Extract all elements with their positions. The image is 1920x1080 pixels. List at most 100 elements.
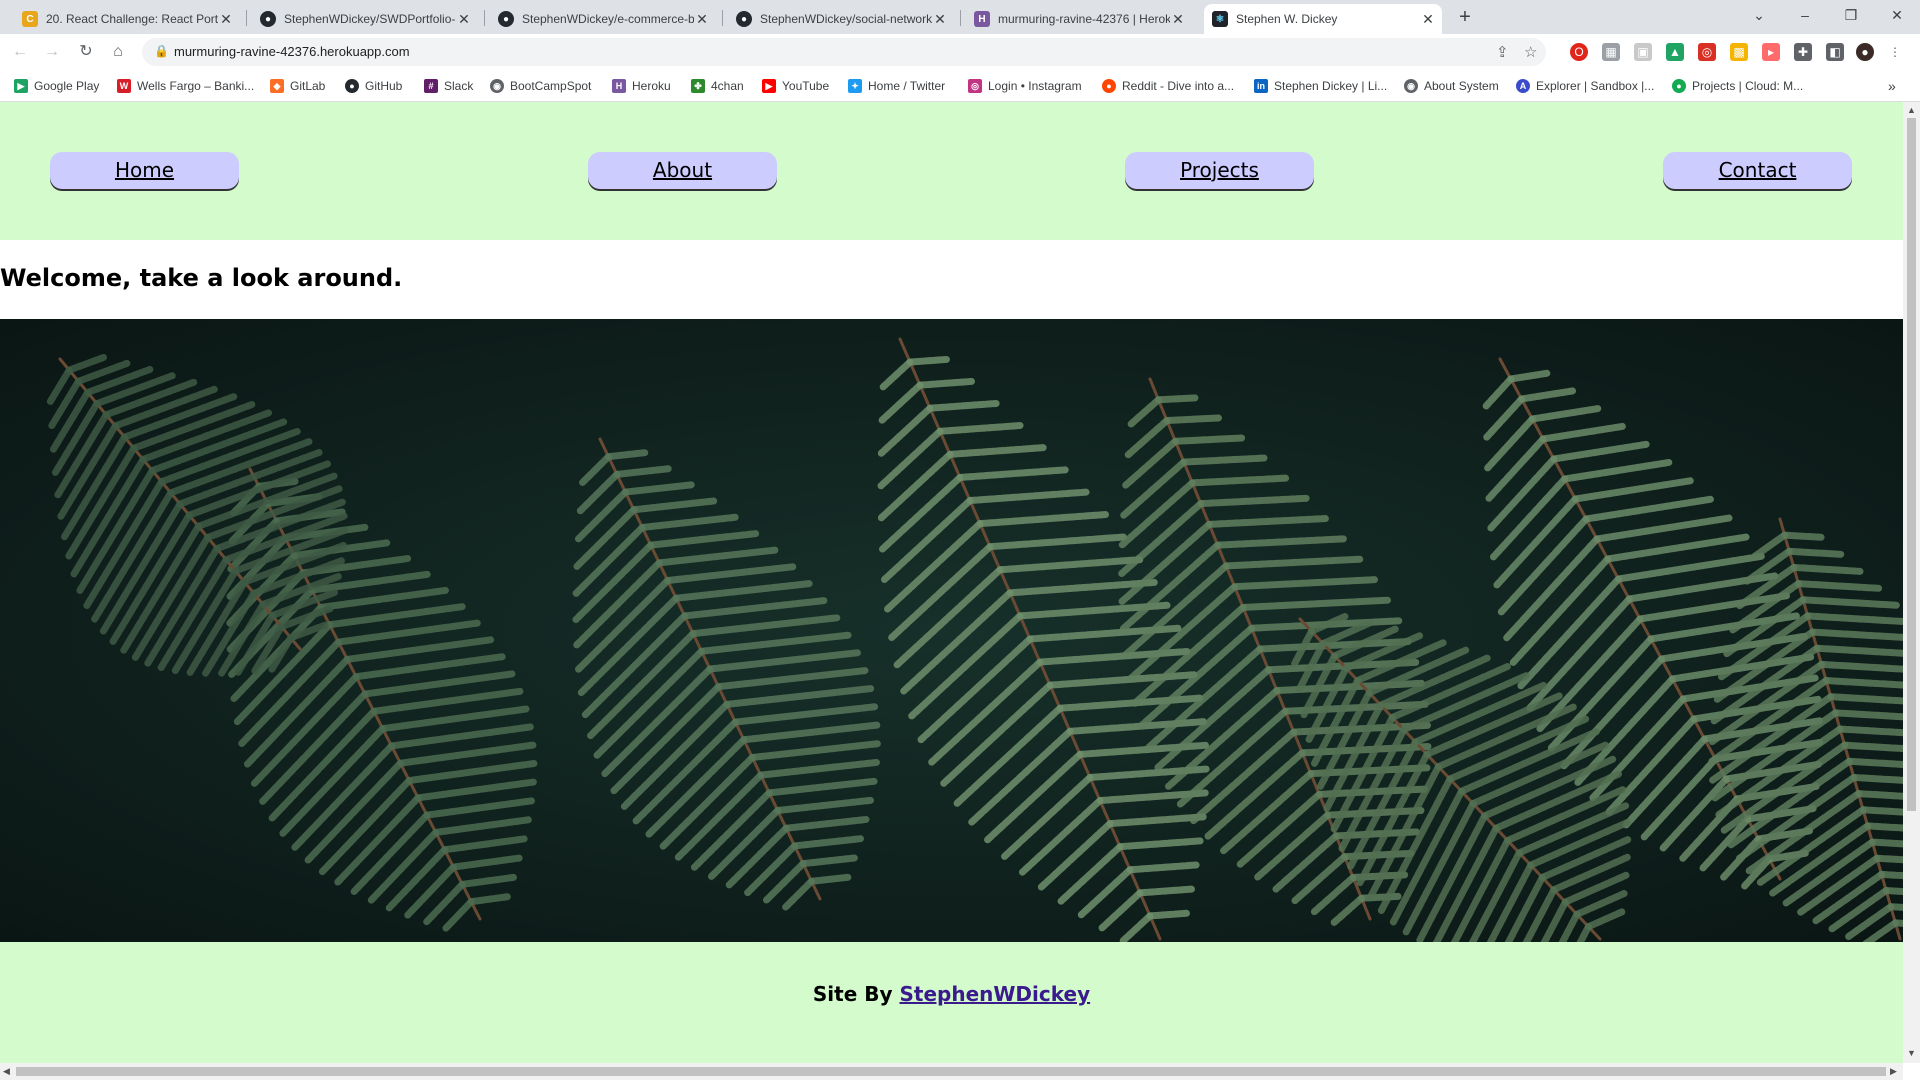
menu-kebab-icon[interactable]: ⋮ [1886, 43, 1904, 61]
react-icon: ⚛ [1212, 11, 1228, 27]
more-bookmarks-icon[interactable]: » [1888, 77, 1896, 95]
avatar[interactable]: ● [1856, 43, 1874, 61]
close-icon[interactable]: ✕ [218, 11, 234, 28]
url-text[interactable]: murmuring-ravine-42376.herokuapp.com [174, 44, 410, 59]
bookmark-item[interactable]: H Heroku [612, 77, 671, 95]
bookmark-item[interactable]: ◉ BootCampSpot [490, 77, 591, 95]
bookmark-label: GitHub [365, 79, 403, 93]
bookmark-label: Heroku [632, 79, 671, 93]
bookmark-item[interactable]: ◉ About System [1404, 77, 1499, 95]
extension-icon[interactable]: ▸ [1762, 43, 1780, 61]
extension-icon[interactable]: ◎ [1698, 43, 1716, 61]
bookmark-label: YouTube [782, 79, 830, 93]
twitter-icon: ✦ [848, 79, 862, 93]
bookmark-label: Google Play [34, 79, 100, 93]
heroku-icon: H [612, 79, 626, 93]
linkedin-icon: in [1254, 79, 1268, 93]
close-icon[interactable]: ✕ [694, 11, 710, 28]
bookmark-item[interactable]: ✦ Home / Twitter [848, 77, 945, 95]
new-tab-button[interactable]: + [1454, 6, 1476, 28]
tab-title: StephenWDickey/SWDPortfolio- [284, 12, 456, 26]
forward-arrow-icon[interactable]: → [40, 40, 64, 64]
opera-extension-icon[interactable]: O [1570, 43, 1588, 61]
extension-icon[interactable]: ▣ [1634, 43, 1652, 61]
reload-icon[interactable]: ↻ [74, 40, 98, 64]
nav-contact-link[interactable]: Contact [1663, 152, 1852, 189]
nav-home-link[interactable]: Home [50, 152, 239, 189]
restore-button[interactable]: ❐ [1828, 0, 1874, 30]
site-header: Home About Projects Contact [0, 102, 1903, 240]
browser-tab-active[interactable]: ⚛ Stephen W. Dickey ✕ [1204, 4, 1442, 34]
bookmark-item[interactable]: W Wells Fargo – Banki... [117, 77, 254, 95]
back-arrow-icon[interactable]: ← [8, 40, 32, 64]
fern-hero-image [0, 319, 1903, 942]
address-bar[interactable]: 🔒 murmuring-ravine-42376.herokuapp.com ⇪… [142, 38, 1546, 66]
browser-tab[interactable]: C 20. React Challenge: React Portfo ✕ [14, 4, 240, 34]
4chan-icon: ✤ [691, 79, 705, 93]
bookmark-item[interactable]: ◆ GitLab [270, 77, 325, 95]
instagram-icon: ◎ [968, 79, 982, 93]
bookmark-item[interactable]: in Stephen Dickey | Li... [1254, 77, 1387, 95]
bookmark-label: Wells Fargo – Banki... [137, 79, 255, 93]
site-footer: Site By StephenWDickey [0, 942, 1903, 1063]
close-icon[interactable]: ✕ [456, 11, 472, 28]
tab-title: Stephen W. Dickey [1236, 12, 1338, 26]
side-panel-icon[interactable]: ◧ [1826, 43, 1844, 61]
share-icon[interactable]: ⇪ [1496, 43, 1509, 61]
bookmark-item[interactable]: ▶ YouTube [762, 77, 829, 95]
bookmark-item[interactable]: ✤ 4chan [691, 77, 744, 95]
github-icon: ● [345, 79, 359, 93]
close-window-button[interactable]: ✕ [1874, 0, 1920, 30]
bookmark-item[interactable]: ◎ Login • Instagram [968, 77, 1082, 95]
bookmark-item[interactable]: A Explorer | Sandbox |... [1516, 77, 1654, 95]
footer-credit: Site By StephenWDickey [0, 982, 1903, 1006]
puzzle-icon[interactable]: ✚ [1794, 43, 1812, 61]
nav-about-link[interactable]: About [588, 152, 777, 189]
google-play-icon: ▶ [14, 79, 28, 93]
bookmark-label: About System [1424, 79, 1499, 93]
bookmark-label: Slack [444, 79, 474, 93]
bookmark-item[interactable]: ● GitHub [345, 77, 402, 95]
bookmark-label: Home / Twitter [868, 79, 946, 93]
vertical-scroll-thumb[interactable] [1907, 118, 1916, 811]
tab-search-icon[interactable]: ⌄ [1736, 0, 1782, 30]
tab-title: murmuring-ravine-42376 | Herok [998, 12, 1170, 26]
footer-prefix: Site By [812, 982, 893, 1006]
close-icon[interactable]: ✕ [1170, 11, 1186, 28]
bookmark-label: Stephen Dickey | Li... [1274, 79, 1388, 93]
close-icon[interactable]: ✕ [1420, 11, 1436, 28]
drive-extension-icon[interactable]: ▲ [1666, 43, 1684, 61]
slack-icon: # [424, 79, 438, 93]
reddit-icon: ● [1102, 79, 1116, 93]
home-icon[interactable]: ⌂ [106, 40, 130, 64]
browser-tab[interactable]: ● StephenWDickey/e-commerce-b ✕ [490, 4, 716, 34]
canvas-icon: C [22, 11, 38, 27]
nav-projects-link[interactable]: Projects [1125, 152, 1314, 189]
bookmark-item[interactable]: # Slack [424, 77, 473, 95]
bookmark-label: Projects | Cloud: M... [1692, 79, 1804, 93]
bookmarks-bar: ▶ Google Play W Wells Fargo – Banki... ◆ Gi… [0, 70, 1920, 102]
bookmark-star-icon[interactable]: ☆ [1524, 43, 1537, 61]
wells-fargo-icon: W [117, 79, 131, 93]
page-viewport: Home About Projects Contact Welcome, tak… [0, 102, 1903, 1063]
vertical-scrollbar[interactable]: ▲ ▼ [1903, 102, 1920, 1063]
horizontal-scrollbar[interactable]: ◀ ▶ [0, 1063, 1903, 1080]
minimize-button[interactable]: – [1782, 0, 1828, 30]
browser-tab[interactable]: H murmuring-ravine-42376 | Herok ✕ [966, 4, 1192, 34]
browser-tab[interactable]: ● StephenWDickey/SWDPortfolio- ✕ [252, 4, 478, 34]
globe-icon: ◉ [1404, 79, 1418, 93]
close-icon[interactable]: ✕ [932, 11, 948, 28]
mongodb-icon: ● [1672, 79, 1686, 93]
browser-tab[interactable]: ● StephenWDickey/social-network ✕ [728, 4, 954, 34]
lock-icon: 🔒 [154, 44, 169, 58]
footer-author-link[interactable]: StephenWDickey [899, 982, 1090, 1006]
globe-icon: ◉ [490, 79, 504, 93]
extension-icon[interactable]: ▦ [1602, 43, 1620, 61]
bookmark-item[interactable]: ● Projects | Cloud: M... [1672, 77, 1803, 95]
tab-title: 20. React Challenge: React Portfo [46, 12, 218, 26]
explorer-icon: A [1516, 79, 1530, 93]
horizontal-scroll-thumb[interactable] [16, 1067, 1886, 1076]
extension-icon[interactable]: ▩ [1730, 43, 1748, 61]
bookmark-item[interactable]: ● Reddit - Dive into a... [1102, 77, 1234, 95]
bookmark-item[interactable]: ▶ Google Play [14, 77, 99, 95]
